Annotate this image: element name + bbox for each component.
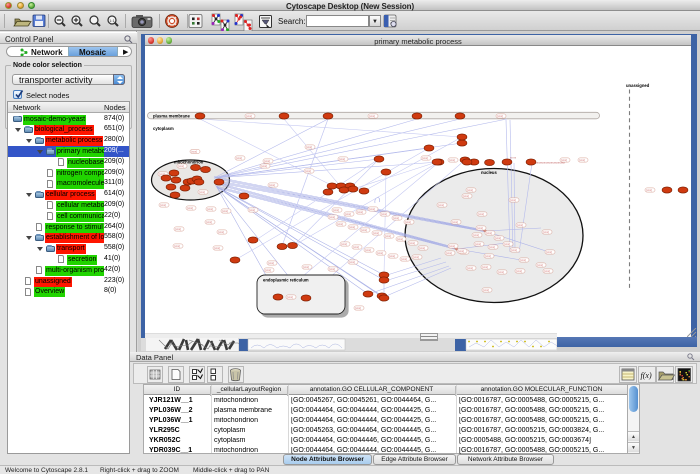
svg-text:[xxx]: [xxx]	[341, 242, 347, 246]
svg-text:[xxx]: [xxx]	[355, 306, 361, 310]
svg-text:[xxx]: [xxx]	[546, 250, 552, 254]
svg-text:[xxx]: [xxx]	[458, 249, 464, 253]
svg-text:xxxxxxxxxxxxxxxxxxxxxx: xxxxxxxxxxxxxxxxxxxxxx	[534, 161, 565, 165]
svg-text:[xxx]: [xxx]	[516, 269, 522, 273]
svg-text:[xxx]: [xxx]	[377, 251, 383, 255]
svg-text:[xxx]: [xxx]	[369, 114, 375, 118]
svg-text:[xxx]: [xxx]	[369, 207, 375, 211]
svg-text:[xxx]: [xxx]	[373, 231, 379, 235]
svg-text:[xxx]: [xxx]	[478, 212, 484, 216]
svg-text:[xxx]: [xxx]	[482, 265, 488, 269]
svg-text:[xxx]: [xxx]	[467, 188, 473, 192]
svg-text:[xxx]: [xxx]	[191, 150, 197, 154]
svg-text:[xxx]: [xxx]	[419, 246, 425, 250]
svg-text:[xxx]: [xxx]	[646, 188, 652, 192]
svg-text:[xxx]: [xxx]	[160, 203, 166, 207]
svg-text:[xxx]: [xxx]	[463, 194, 469, 198]
svg-text:[xxx]: [xxx]	[349, 225, 355, 229]
svg-text:[xxx]: [xxx]	[246, 114, 252, 118]
svg-text:[xxx]: [xxx]	[214, 246, 220, 250]
svg-text:[xxx]: [xxx]	[485, 254, 491, 258]
svg-text:[xxx]: [xxx]	[206, 220, 212, 224]
svg-text:nucleus: nucleus	[481, 170, 497, 175]
svg-text:[xxx]: [xxx]	[409, 241, 415, 245]
svg-text:[xxx]: [xxx]	[467, 266, 473, 270]
svg-text:[xxx]: [xxx]	[174, 244, 180, 248]
svg-text:[xxx]: [xxx]	[268, 261, 274, 265]
svg-text:[xxx]: [xxx]	[495, 236, 501, 240]
svg-text:[xxx]: [xxx]	[544, 269, 550, 273]
svg-text:cytoplasm: cytoplasm	[153, 126, 174, 131]
svg-text:1:1: 1:1	[109, 18, 115, 23]
svg-text:[xxx]: [xxx]	[446, 251, 452, 255]
svg-text:[xxx]: [xxx]	[385, 234, 391, 238]
svg-text:[xxx]: [xxx]	[306, 145, 312, 149]
svg-text:[xxx]: [xxx]	[475, 242, 481, 246]
svg-text:[xxx]: [xxx]	[357, 210, 363, 214]
svg-text:[xxx]: [xxx]	[381, 212, 387, 216]
svg-text:xx-xx: xx-xx	[510, 157, 517, 160]
svg-text:[xxx]: [xxx]	[269, 183, 275, 187]
svg-text:plasma membrane: plasma membrane	[153, 114, 190, 119]
svg-text:[xxx]: [xxx]	[207, 207, 213, 211]
svg-text:[xxx]: [xxx]	[218, 230, 224, 234]
svg-text:[xxx]: [xxx]	[397, 237, 403, 241]
svg-text:[xxx]: [xxx]	[405, 220, 411, 224]
svg-text:[xxx]: [xxx]	[504, 242, 510, 246]
svg-text:[xxx]: [xxx]	[287, 295, 293, 299]
svg-text:[xxx]: [xxx]	[510, 198, 516, 202]
svg-text:[xxx]: [xxx]	[187, 206, 193, 210]
svg-text:[xxx]: [xxx]	[345, 212, 351, 216]
svg-text:[xxx]: [xxx]	[543, 230, 549, 234]
svg-text:[xxx]: [xxx]	[329, 267, 335, 271]
svg-text:[xxx]: [xxx]	[199, 190, 205, 194]
svg-text:[xxx]: [xxx]	[305, 169, 311, 173]
svg-text:[xxx]: [xxx]	[329, 215, 335, 219]
svg-text:[xxx]: [xxx]	[452, 220, 458, 224]
svg-text:[xxx]: [xxx]	[449, 158, 455, 162]
svg-text:[xxx]: [xxx]	[473, 233, 479, 237]
svg-text:[xxx]: [xxx]	[339, 157, 345, 161]
svg-text:[xxx]: [xxx]	[337, 222, 343, 226]
svg-text:[xxx]: [xxx]	[498, 270, 504, 274]
svg-text:[xxx]: [xxx]	[393, 216, 399, 220]
svg-text:[xxx]: [xxx]	[265, 268, 271, 272]
svg-text:endoplasmic reticulum: endoplasmic reticulum	[263, 278, 309, 283]
svg-text:[xxx]: [xxx]	[497, 114, 503, 118]
svg-text:[xxx]: [xxx]	[511, 248, 517, 252]
svg-text:[xxx]: [xxx]	[477, 226, 483, 230]
svg-text:[xxx]: [xxx]	[413, 255, 419, 259]
svg-text:[xxx]: [xxx]	[422, 156, 428, 160]
svg-text:[xxx]: [xxx]	[353, 245, 359, 249]
svg-text:[xxx]: [xxx]	[486, 231, 492, 235]
svg-text:f(x): f(x)	[641, 371, 652, 380]
svg-text:[xxx]: [xxx]	[401, 257, 407, 261]
svg-text:[xxx]: [xxx]	[483, 288, 489, 292]
svg-text:mitochondrion: mitochondrion	[174, 160, 204, 165]
svg-text:[xxx]: [xxx]	[236, 156, 242, 160]
svg-text:[xxx]: [xxx]	[175, 227, 181, 231]
svg-text:[xxx]: [xxx]	[361, 228, 367, 232]
svg-text:[xxx]: [xxx]	[365, 248, 371, 252]
svg-text:[xxx]: [xxx]	[264, 159, 270, 163]
svg-text:[xxx]: [xxx]	[333, 208, 339, 212]
svg-text:[xxx]: [xxx]	[537, 263, 543, 267]
svg-text:[xxx]: [xxx]	[249, 208, 255, 212]
svg-text:[xxx]: [xxx]	[579, 158, 585, 162]
svg-text:[xxx]: [xxx]	[178, 164, 184, 168]
svg-text:[xxx]: [xxx]	[389, 254, 395, 258]
svg-text:[xxx]: [xxx]	[438, 203, 444, 207]
svg-text:[xxx]: [xxx]	[520, 258, 526, 262]
svg-text:[xxx]: [xxx]	[303, 265, 309, 269]
svg-text:[xxx]: [xxx]	[449, 244, 455, 248]
svg-text:[xxx]: [xxx]	[349, 260, 355, 264]
svg-text:[xxx]: [xxx]	[261, 164, 267, 168]
svg-text:[xxx]: [xxx]	[517, 223, 523, 227]
svg-text:[xxx]: [xxx]	[222, 209, 228, 213]
svg-text:unassigned: unassigned	[626, 83, 650, 88]
svg-text:[xxx]: [xxx]	[489, 245, 495, 249]
